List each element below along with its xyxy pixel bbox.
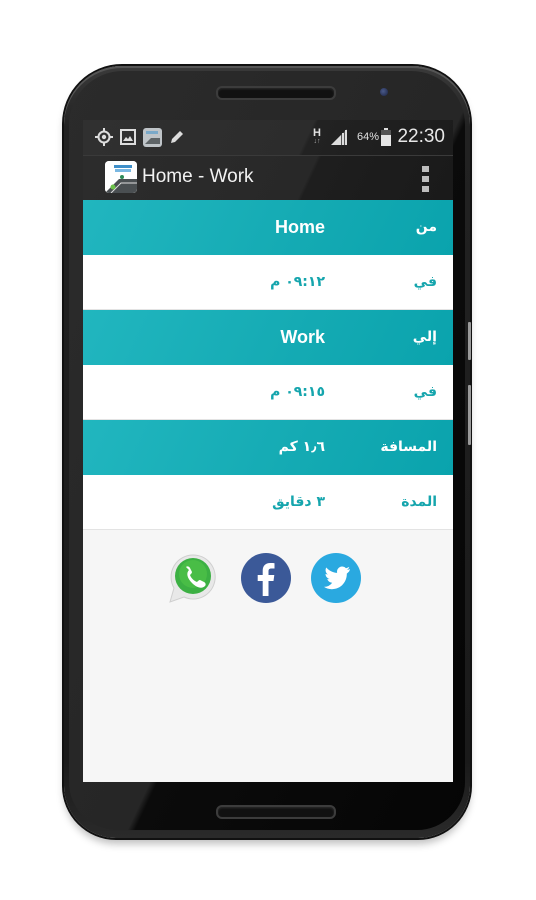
action-bar: Home - Work xyxy=(83,155,453,201)
to-label: إلي xyxy=(412,329,437,345)
departure-time-label: في xyxy=(413,274,437,290)
facebook-icon xyxy=(241,553,291,603)
app-notification-icon xyxy=(143,127,162,147)
volume-button[interactable] xyxy=(468,385,471,445)
departure-time-row: في ٠٩:١٢ م xyxy=(83,255,453,310)
screen-title: Home - Work xyxy=(142,166,254,187)
battery-icon xyxy=(381,128,391,146)
to-row: إلي Work xyxy=(83,310,453,365)
arrival-time-value: ٠٩:١٥ م xyxy=(270,384,325,400)
app-logo[interactable] xyxy=(105,161,137,193)
duration-label: المدة xyxy=(401,494,437,510)
from-label: من xyxy=(415,219,437,235)
duration-row: المدة ٣ دقايق xyxy=(83,475,453,530)
power-button[interactable] xyxy=(468,322,471,360)
distance-row: المسافة ١٫٦ كم xyxy=(83,420,453,475)
front-camera xyxy=(380,88,388,96)
network-type-icon: H ↓↑ xyxy=(313,127,321,146)
app-screen: H ↓↑ 64% 22:30 Home - Work من Home في ٠٩… xyxy=(83,120,453,782)
image-icon xyxy=(120,128,136,146)
overflow-menu-icon[interactable] xyxy=(422,166,429,192)
twitter-icon xyxy=(311,553,361,603)
duration-value: ٣ دقايق xyxy=(272,494,325,510)
status-time: 22:30 xyxy=(397,126,445,147)
whatsapp-icon xyxy=(169,554,216,603)
earpiece-speaker xyxy=(216,86,336,100)
arrival-time-label: في xyxy=(413,384,437,400)
status-bar: H ↓↑ 64% 22:30 xyxy=(83,120,453,155)
distance-label: المسافة xyxy=(380,439,437,455)
distance-value: ١٫٦ كم xyxy=(278,439,325,455)
bottom-speaker xyxy=(216,805,336,819)
arrival-time-row: في ٠٩:١٥ م xyxy=(83,365,453,420)
signal-icon xyxy=(330,128,348,146)
network-type-label: H xyxy=(313,127,321,139)
share-twitter-button[interactable] xyxy=(310,552,362,604)
gps-icon xyxy=(95,128,113,146)
share-facebook-button[interactable] xyxy=(240,552,292,604)
share-whatsapp-button[interactable] xyxy=(167,552,219,604)
from-value: Home xyxy=(274,217,325,237)
pencil-icon xyxy=(169,128,185,146)
departure-time-value: ٠٩:١٢ م xyxy=(270,274,325,290)
to-value: Work xyxy=(280,327,325,347)
from-row: من Home xyxy=(83,200,453,255)
battery-percent: 64% xyxy=(356,131,379,143)
